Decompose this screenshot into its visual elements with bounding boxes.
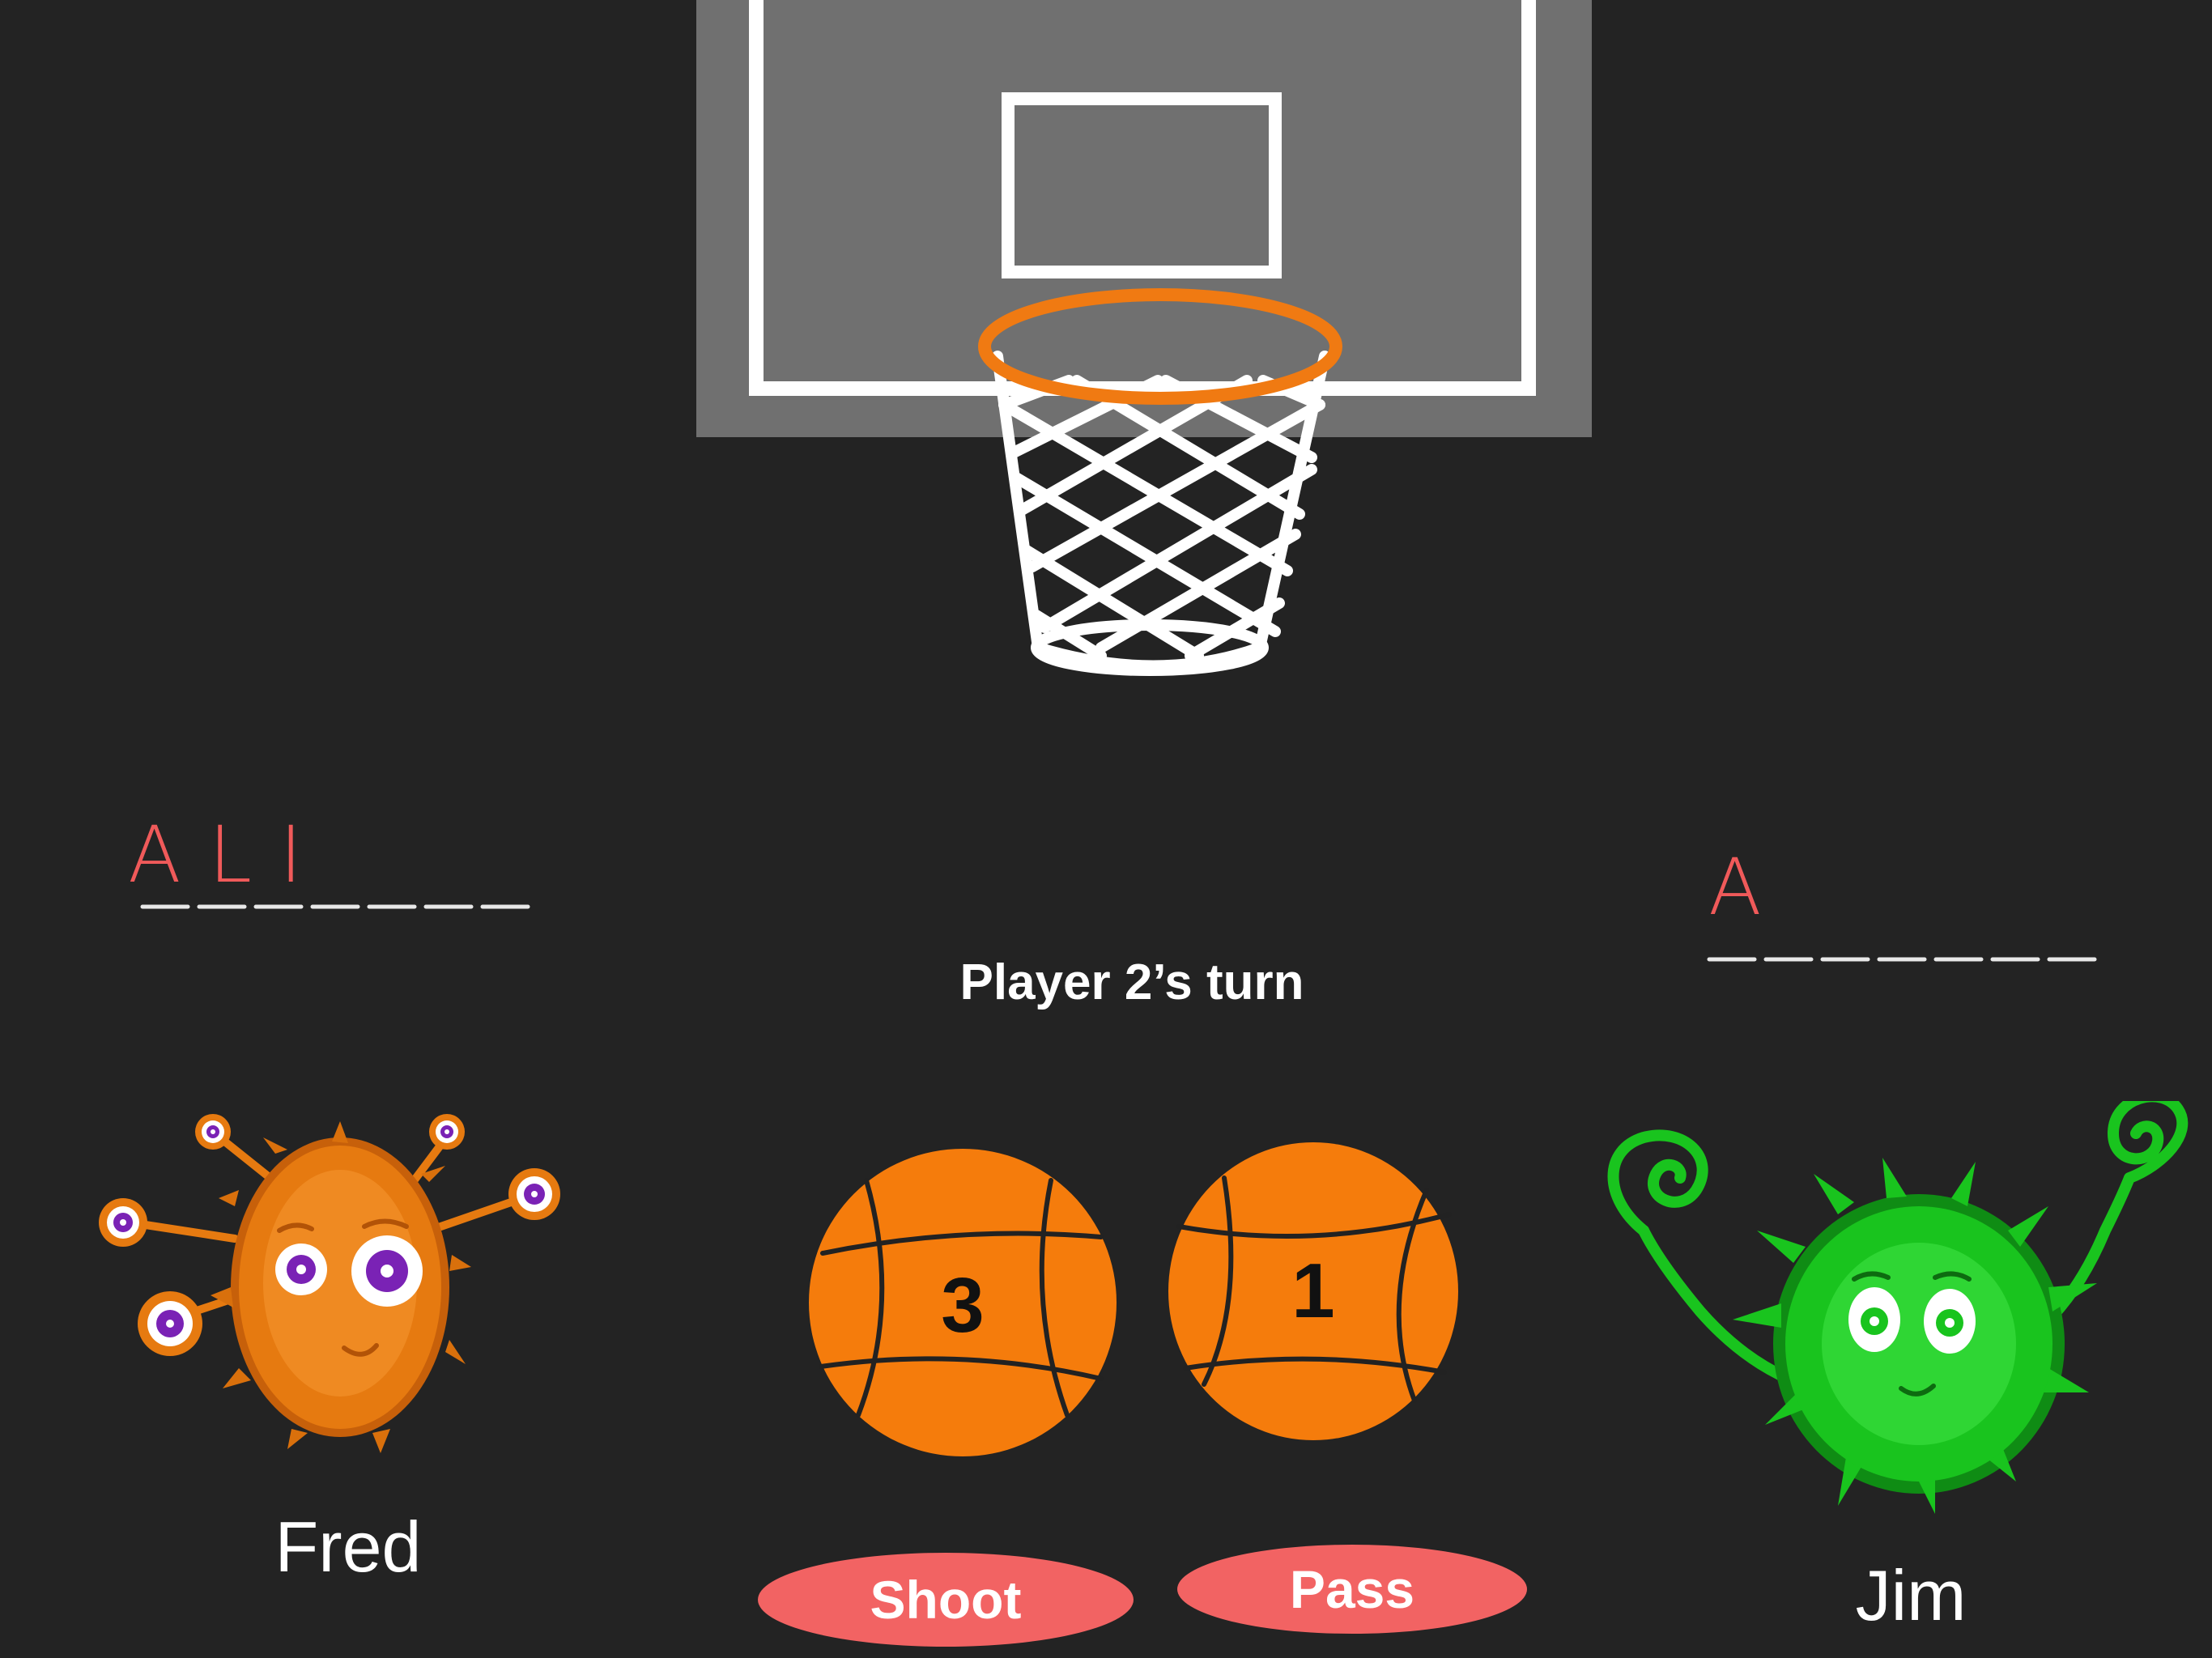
player2-name: Jim (1855, 1555, 1967, 1635)
number-ball-1[interactable]: 1 (1168, 1141, 1459, 1441)
ball-number-1: 1 (1291, 1248, 1335, 1334)
player1-guess-letters: ALI (128, 810, 330, 900)
player1-name: Fred (274, 1507, 422, 1587)
game-stage: ALI A Player 2’s turn Fred Jim 3 1 Shoot… (0, 0, 2212, 1658)
number-ball-3[interactable]: 3 (808, 1148, 1117, 1457)
player2-guess-letters: A (1708, 842, 1789, 933)
player2-green-monster-avatar (1607, 1101, 2189, 1514)
player1-guess-blanks (140, 904, 530, 909)
fuzzy-body (211, 1121, 471, 1453)
basketball-hoop (696, 0, 1592, 676)
player1-orange-monster-avatar (99, 1114, 560, 1453)
shoot-button-label: Shoot (870, 1570, 1022, 1630)
pass-button[interactable]: Pass (1177, 1545, 1527, 1634)
ball-number-3: 3 (941, 1262, 985, 1349)
pass-button-label: Pass (1289, 1559, 1415, 1619)
spiky-body (1733, 1158, 2097, 1514)
backboard (696, 0, 1592, 437)
turn-indicator: Player 2’s turn (959, 954, 1304, 1010)
shoot-button[interactable]: Shoot (758, 1553, 1134, 1647)
